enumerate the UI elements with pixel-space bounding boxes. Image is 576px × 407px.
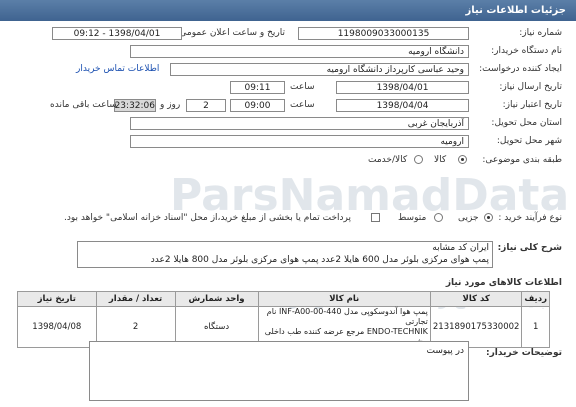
- send-time-label: ساعت: [290, 82, 315, 92]
- items-section-title: اطلاعات کالاهای مورد نیاز: [445, 278, 562, 288]
- send-time-field: 09:11: [230, 81, 285, 94]
- announce-label: تاریخ و ساعت اعلان عمومی:: [176, 28, 285, 38]
- cell-date: 1398/04/08: [17, 306, 97, 348]
- buyer-notes-box: در پیوست: [89, 341, 469, 401]
- need-number-label: شماره نیاز:: [519, 28, 562, 38]
- deadline-time-field: 09:00: [230, 99, 285, 112]
- cell-name-line-1: پمپ هوا آندوسکوپی مدل INF-A00-00-440 نام…: [266, 307, 428, 326]
- deadline-label: تاریخ اعتبار نیاز:: [502, 100, 562, 110]
- creator-label: ایجاد کننده درخواست:: [479, 64, 562, 74]
- col-code-header: کد کالا: [429, 291, 523, 307]
- process-radio-minor[interactable]: [484, 213, 493, 222]
- province-label: استان محل تحویل:: [491, 118, 562, 128]
- city-field: ارومیه: [130, 135, 469, 148]
- treasury-payment-note: پرداخت تمام یا بخشی از مبلغ خرید،از محل …: [64, 213, 352, 223]
- category-radio-goods[interactable]: [458, 155, 467, 164]
- buyer-notes-text: در پیوست: [426, 346, 464, 356]
- send-date-field: 1398/04/01: [336, 81, 469, 94]
- process-radio-medium[interactable]: [434, 213, 443, 222]
- process-label: نوع فرآیند خرید :: [498, 213, 562, 223]
- summary-box: ایران کد مشابه پمپ هوای مرکزی بلوئر مدل …: [77, 241, 493, 268]
- summary-label: شرح کلی نیاز:: [497, 243, 562, 253]
- city-label: شهر محل تحویل:: [496, 136, 562, 146]
- category-radio-goods-service[interactable]: [414, 155, 423, 164]
- page-title: جزئیات اطلاعات نیاز: [465, 5, 566, 16]
- summary-line-2: پمپ هوای مرکزی بلوئر مدل 600 هایلا 2عدد …: [150, 255, 489, 265]
- col-name-header: نام کالا: [257, 291, 431, 307]
- col-qty-header: تعداد / مقدار: [95, 291, 176, 307]
- announce-field: 1398/04/01 - 09:12: [52, 27, 182, 40]
- items-table-header: ردیف کد کالا نام کالا واحد شمارش تعداد /…: [17, 291, 550, 307]
- buyer-org-field: دانشگاه ارومیه: [130, 45, 469, 58]
- cell-row: 1: [521, 306, 550, 348]
- buyer-notes-label: توضیحات خریدار:: [486, 348, 562, 358]
- deadline-time-label: ساعت: [290, 100, 315, 110]
- time-remaining-label: ساعت باقی مانده: [50, 100, 117, 110]
- summary-line-1: ایران کد مشابه: [432, 243, 489, 253]
- items-table: ردیف کد کالا نام کالا واحد شمارش تعداد /…: [17, 291, 550, 348]
- buyer-contact-link[interactable]: اطلاعات تماس خریدار: [76, 64, 159, 74]
- treasury-payment-checkbox[interactable]: [371, 213, 380, 222]
- col-row-header: ردیف: [521, 291, 550, 307]
- deadline-date-field: 1398/04/04: [336, 99, 469, 112]
- process-option-minor: جزیی: [458, 213, 479, 223]
- send-date-label: تاریخ ارسال نیاز:: [499, 82, 562, 92]
- col-unit-header: واحد شمارش: [174, 291, 259, 307]
- days-label: روز و: [160, 100, 181, 110]
- province-field: آذربایجان غربی: [130, 117, 469, 130]
- time-remaining-field: 23:32:06: [114, 99, 156, 112]
- category-option-goods-service: کالا/خدمت: [368, 155, 408, 165]
- days-remaining-field: 2: [186, 99, 226, 112]
- buyer-org-label: نام دستگاه خریدار:: [491, 46, 562, 56]
- page-header: جزئیات اطلاعات نیاز: [0, 0, 576, 21]
- need-number-field: 1198009033000135: [298, 27, 469, 40]
- creator-field: وحید عباسی کارپرداز دانشگاه ارومیه: [170, 63, 469, 76]
- category-label: طبقه بندی موضوعی:: [482, 155, 562, 165]
- process-option-medium: متوسط: [398, 213, 427, 223]
- col-date-header: تاریخ نیاز: [17, 291, 97, 307]
- category-option-goods: کالا: [434, 155, 447, 165]
